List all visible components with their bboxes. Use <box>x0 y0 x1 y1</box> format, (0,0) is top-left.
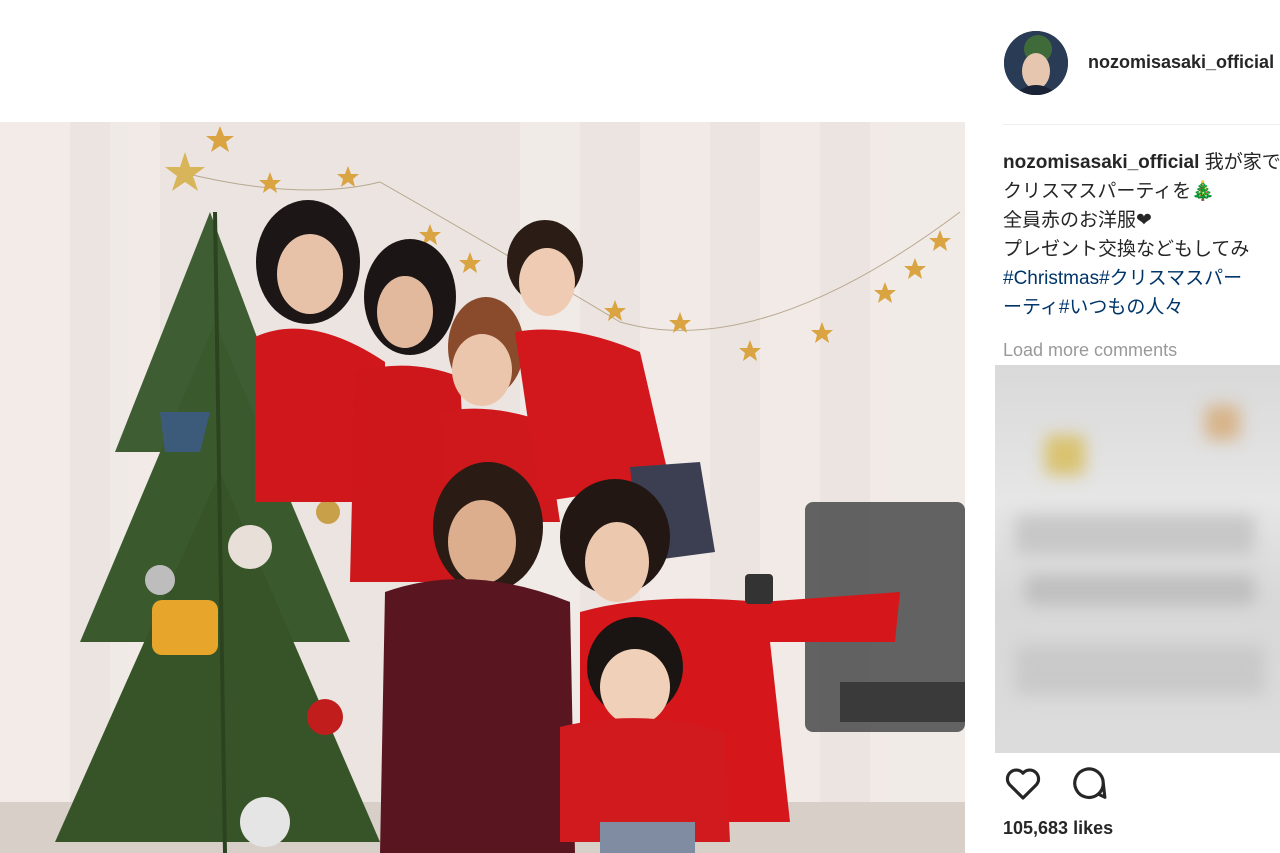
post-actions <box>1003 763 1203 803</box>
caption-text-3: 全員赤のお洋服❤ <box>1003 210 1152 231</box>
caption-text-2: クリスマスパーティを🎄 <box>1003 181 1215 202</box>
comment-button[interactable] <box>1069 763 1109 803</box>
header-divider <box>1003 124 1280 125</box>
caption-line-1: nozomisasaki_official 我が家で <box>1003 148 1280 177</box>
load-more-comments-link[interactable]: Load more comments <box>1003 340 1177 361</box>
likes-count[interactable]: 105,683 likes <box>1003 818 1113 839</box>
blur-blob <box>1015 515 1255 555</box>
caption-text-1: 我が家で <box>1204 152 1280 173</box>
blur-blob <box>1045 435 1085 475</box>
avatar-image <box>1004 31 1068 95</box>
header-username[interactable]: nozomisasaki_official <box>1088 52 1280 73</box>
blur-blob <box>1205 405 1240 440</box>
heart-outline-icon <box>1005 768 1041 800</box>
hashtag-line-1[interactable]: #Christmas#クリスマスパー <box>1003 264 1280 293</box>
caption-text-4: プレゼント交換などもしてみ <box>1003 239 1250 260</box>
post-photo[interactable] <box>0 122 965 853</box>
blur-blob <box>1025 575 1255 605</box>
profile-avatar[interactable] <box>1004 31 1068 95</box>
like-button[interactable] <box>1003 763 1043 803</box>
photo-illustration <box>0 122 965 853</box>
hashtag-line-2[interactable]: ーティ#いつもの人々 <box>1003 293 1280 322</box>
blur-blob <box>1015 645 1265 695</box>
post-caption: nozomisasaki_official 我が家で クリスマスパーティを🎄 全… <box>1003 148 1280 322</box>
caption-username[interactable]: nozomisasaki_official <box>1003 152 1199 173</box>
comment-bubble-icon <box>1073 767 1107 799</box>
blurred-comment-image <box>995 365 1280 753</box>
